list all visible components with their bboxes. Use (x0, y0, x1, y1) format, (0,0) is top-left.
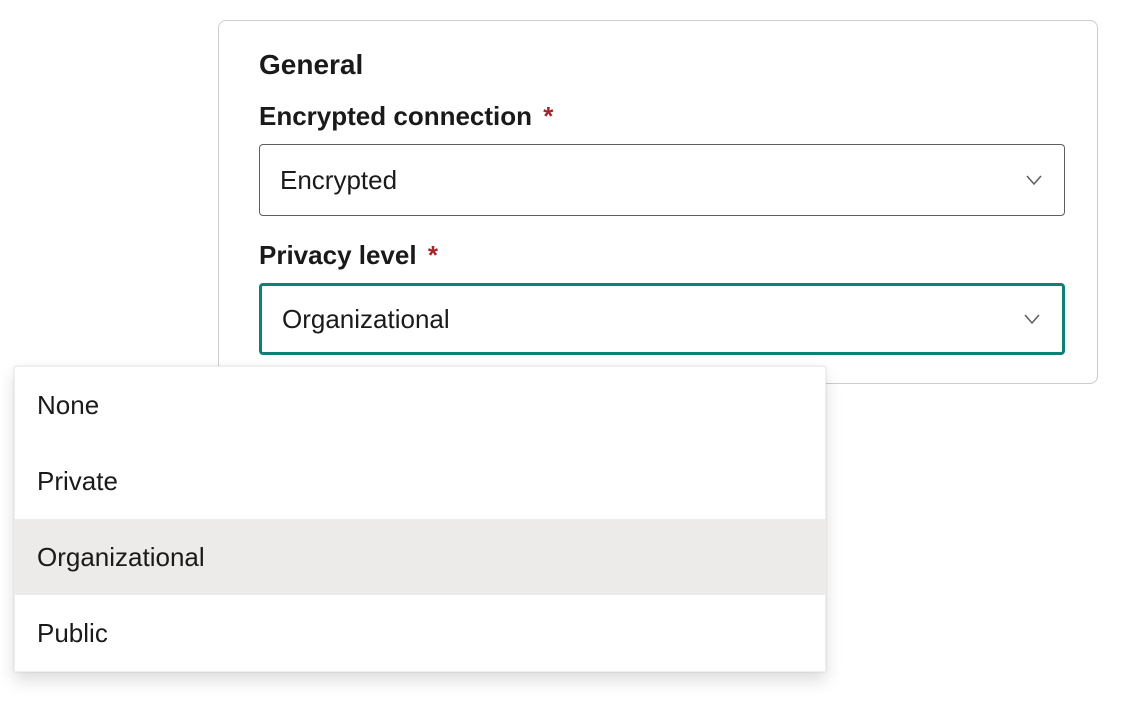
privacy-level-value: Organizational (282, 304, 450, 335)
menu-item-public[interactable]: Public (15, 595, 825, 671)
required-indicator: * (543, 101, 553, 131)
privacy-level-dropdown[interactable]: Organizational (259, 283, 1065, 355)
menu-item-organizational[interactable]: Organizational (15, 519, 825, 595)
menu-item-none[interactable]: None (15, 367, 825, 443)
encrypted-connection-value: Encrypted (280, 165, 397, 196)
field-label-text: Encrypted connection (259, 101, 532, 131)
privacy-level-menu: NonePrivateOrganizationalPublic (14, 366, 826, 672)
chevron-down-icon (1024, 170, 1044, 190)
encrypted-connection-label: Encrypted connection * (259, 101, 1065, 132)
menu-item-private[interactable]: Private (15, 443, 825, 519)
field-label-text: Privacy level (259, 240, 417, 270)
privacy-level-label: Privacy level * (259, 240, 1065, 271)
chevron-down-icon (1022, 309, 1042, 329)
encrypted-connection-dropdown[interactable]: Encrypted (259, 144, 1065, 216)
general-settings-panel: General Encrypted connection * Encrypted… (218, 20, 1098, 384)
panel-title: General (259, 49, 1065, 81)
required-indicator: * (428, 240, 438, 270)
